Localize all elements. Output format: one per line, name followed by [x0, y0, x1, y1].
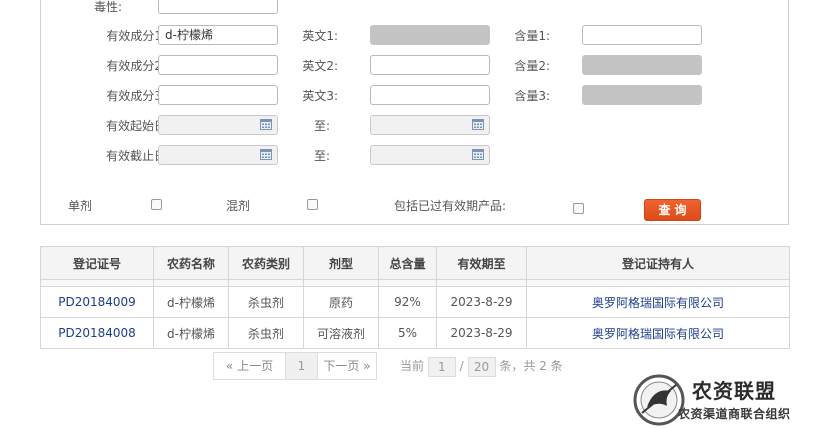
total-pages-box: 20: [467, 356, 496, 377]
amount-1-input[interactable]: [582, 25, 702, 45]
amount-2-label: 含量2:: [514, 59, 550, 73]
english-3-label: 英文3:: [302, 89, 338, 103]
mixed-formulation-checkbox[interactable]: [307, 199, 318, 210]
english-2-label: 英文2:: [302, 59, 338, 73]
table-cell: d-柠檬烯: [153, 317, 229, 349]
amount-1-label: 含量1:: [514, 29, 550, 43]
watermark-subtitle: 农资渠道商联合组织: [678, 407, 791, 421]
amount-3-label: 含量3:: [514, 89, 550, 103]
calendar-icon[interactable]: [260, 119, 272, 130]
page-info-prefix: 当前: [400, 359, 425, 373]
end-date-label: 有效截止日:: [105, 149, 170, 163]
page-info: 当前 1 / 20 条，共 2 条: [400, 352, 563, 380]
include-expired-label: 包括已过有效期产品:: [394, 199, 507, 213]
ingredient-3-input[interactable]: [158, 85, 278, 105]
cert-no-link[interactable]: PD20184008: [40, 317, 154, 349]
table-spacer-row: [40, 279, 790, 287]
col-header-category[interactable]: 农药类别: [228, 246, 304, 280]
start-date-to-input[interactable]: [370, 115, 490, 135]
english-1-label: 英文1:: [302, 29, 338, 43]
table-header-row: 登记证号 农药名称 农药类别 剂型 总含量 有效期至 登记证持有人: [40, 246, 790, 280]
results-table: 登记证号 农药名称 农药类别 剂型 总含量 有效期至 登记证持有人 PD2018…: [40, 246, 790, 349]
ingredient-1-label: 有效成分1:: [106, 29, 166, 43]
next-page-button[interactable]: 下一页 »: [317, 352, 377, 380]
watermark-logo: 农资联盟 农资渠道商联合组织: [632, 374, 818, 427]
ingredient-2-input[interactable]: [158, 55, 278, 75]
table-cell: 5%: [378, 317, 437, 349]
table-row: PD20184009 d-柠檬烯 杀虫剂 原药 92% 2023-8-29 奥罗…: [40, 286, 790, 318]
single-formulation-checkbox[interactable]: [151, 199, 162, 210]
ingredient-1-input[interactable]: d-柠檬烯: [158, 25, 278, 45]
mixed-formulation-label: 混剂: [226, 199, 251, 213]
toxicity-label: 毒性:: [93, 0, 122, 14]
table-cell: 原药: [303, 286, 379, 318]
english-1-input: [370, 25, 490, 45]
col-header-cert-no[interactable]: 登记证号: [40, 246, 154, 280]
table-cell: 杀虫剂: [228, 317, 304, 349]
start-date-from-input[interactable]: [158, 115, 278, 135]
page-info-separator: /: [459, 359, 464, 373]
holder-link[interactable]: 奥罗阿格瑞国际有限公司: [526, 286, 790, 318]
col-header-total-content[interactable]: 总含量: [378, 246, 437, 280]
holder-link[interactable]: 奥罗阿格瑞国际有限公司: [526, 317, 790, 349]
include-expired-checkbox[interactable]: [573, 203, 584, 214]
col-header-name[interactable]: 农药名称: [153, 246, 229, 280]
ingredient-2-label: 有效成分2:: [106, 59, 166, 73]
table-cell: 2023-8-29: [436, 317, 527, 349]
start-date-to-label: 至:: [313, 119, 330, 133]
calendar-icon[interactable]: [472, 149, 484, 160]
calendar-icon[interactable]: [260, 149, 272, 160]
end-date-from-input[interactable]: [158, 145, 278, 165]
prev-page-button[interactable]: « 上一页: [213, 352, 286, 380]
page-info-total: 条，共 2 条: [499, 359, 563, 373]
watermark-title: 农资联盟: [692, 379, 776, 403]
col-header-formulation[interactable]: 剂型: [303, 246, 379, 280]
end-date-to-input[interactable]: [370, 145, 490, 165]
table-cell: d-柠檬烯: [153, 286, 229, 318]
col-header-holder[interactable]: 登记证持有人: [526, 246, 790, 280]
english-3-input[interactable]: [370, 85, 490, 105]
ingredient-3-label: 有效成分3:: [106, 89, 166, 103]
start-date-label: 有效起始日:: [105, 119, 170, 133]
amount-3-input: [582, 85, 702, 105]
table-row: PD20184008 d-柠檬烯 杀虫剂 可溶液剂 5% 2023-8-29 奥…: [40, 317, 790, 349]
english-2-input[interactable]: [370, 55, 490, 75]
cert-no-link[interactable]: PD20184009: [40, 286, 154, 318]
single-formulation-label: 单剂: [68, 199, 93, 213]
calendar-icon[interactable]: [472, 119, 484, 130]
col-header-valid-until[interactable]: 有效期至: [436, 246, 527, 280]
page-1-button[interactable]: 1: [285, 352, 318, 380]
amount-2-input: [582, 55, 702, 75]
table-cell: 92%: [378, 286, 437, 318]
pagination: « 上一页 1 下一页 »: [213, 352, 377, 380]
query-button[interactable]: 查询: [644, 199, 701, 221]
table-cell: 杀虫剂: [228, 286, 304, 318]
end-date-to-label: 至:: [313, 149, 330, 163]
toxicity-input[interactable]: [158, 0, 278, 14]
current-page-input[interactable]: 1: [427, 356, 456, 377]
table-cell: 2023-8-29: [436, 286, 527, 318]
table-cell: 可溶液剂: [303, 317, 379, 349]
